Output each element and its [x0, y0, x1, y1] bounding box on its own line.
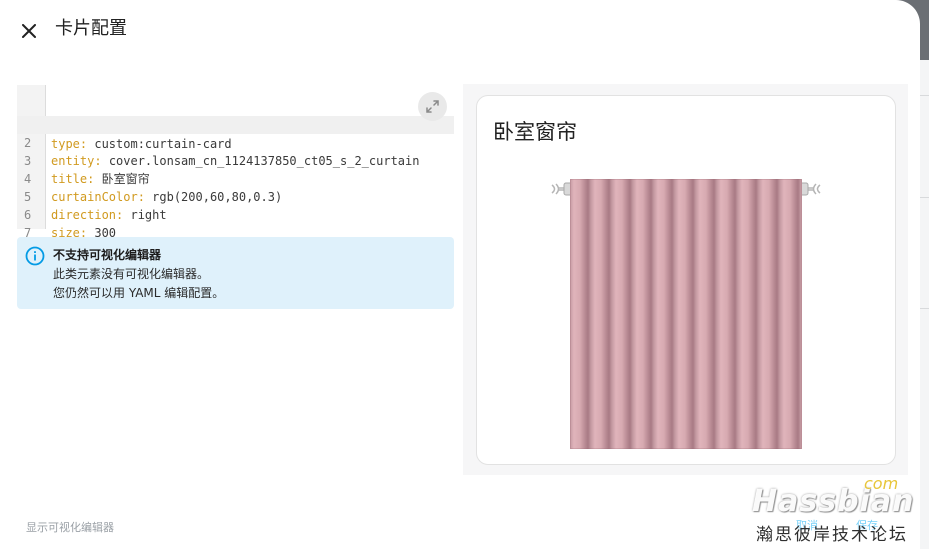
- watermark-com: com: [864, 474, 899, 493]
- curtain-graphic[interactable]: [570, 179, 802, 449]
- code-line[interactable]: 7 showStatus: false: [17, 206, 454, 258]
- code-line[interactable]: 1 type: custom:curtain-card: [17, 99, 454, 151]
- card-title: 卧室窗帘: [493, 120, 577, 144]
- unsupported-editor-alert: 不支持可视化编辑器 此类元素没有可视化编辑器。 您仍然可以用 YAML 编辑配置…: [17, 237, 454, 309]
- alert-title: 不支持可视化编辑器: [53, 248, 162, 262]
- fullscreen-button[interactable]: [418, 92, 447, 121]
- show-visual-editor-button[interactable]: 显示可视化编辑器: [26, 519, 114, 535]
- close-button[interactable]: [14, 16, 44, 46]
- code-line[interactable]: 3 title: 卧室窗帘: [17, 134, 454, 186]
- alert-text: 此类元素没有可视化编辑器。: [53, 267, 210, 281]
- expand-icon: [426, 100, 439, 113]
- watermark-text: 瀚思彼岸技术论坛: [756, 525, 908, 545]
- dialog-title: 卡片配置: [55, 18, 127, 39]
- code-line[interactable]: 4 curtainColor: rgb(200,60,80,0.3): [17, 152, 454, 204]
- code-line[interactable]: 6 size: 300: [17, 188, 454, 240]
- info-icon: [25, 246, 45, 266]
- code-line-active[interactable]: 2 entity: cover.lonsam_cn_1124137850_ct0…: [17, 116, 454, 168]
- close-icon: [22, 24, 36, 38]
- alert-text: 您仍然可以用 YAML 编辑配置。: [53, 286, 225, 300]
- yaml-code-editor[interactable]: 1 type: custom:curtain-card 2 entity: co…: [17, 85, 454, 258]
- card-config-dialog: 卡片配置 1 type: custom:curtain-card 2 entit…: [0, 0, 920, 549]
- code-line[interactable]: 5 direction: right: [17, 170, 454, 222]
